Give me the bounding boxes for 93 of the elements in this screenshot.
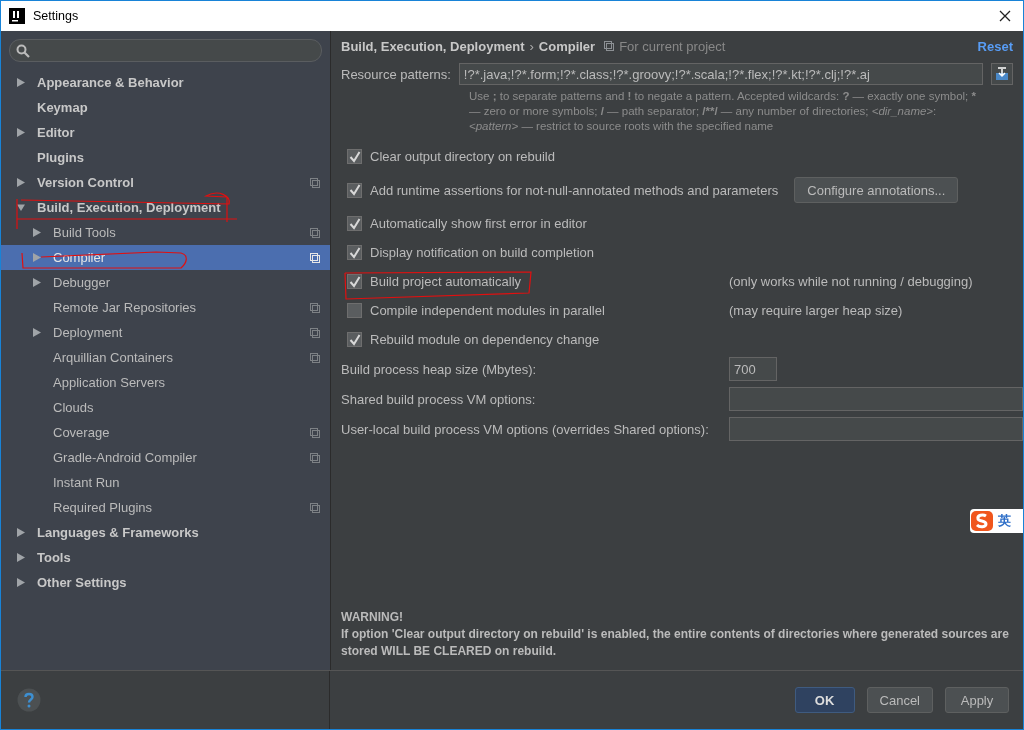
warning-text: If option 'Clear output directory on rebuild' is enabled, the entire contents of directories where generated sources are stored WILL BE CLEARED on rebuild. xyxy=(341,626,1010,660)
checkbox[interactable] xyxy=(347,216,362,231)
close-icon[interactable] xyxy=(999,10,1011,22)
hint-text: Use ; to separate patterns and ! to negate a pattern. Accepted wildcards: ? — exactly one symbol; * — zero or more symbols; / — path separator; /**/ — any number of directories; <dir_name>: <pattern> — restrict to source roots with the specified name xyxy=(469,89,977,134)
expand-arrow-icon xyxy=(33,328,41,337)
project-scope-icon xyxy=(310,352,320,363)
project-scope-icon xyxy=(604,41,615,51)
check-mark-icon xyxy=(348,184,361,196)
project-scope-icon xyxy=(310,302,320,313)
input-field[interactable] xyxy=(729,417,1023,441)
app-icon xyxy=(9,8,25,24)
tree-item[interactable]: Appearance & Behavior xyxy=(1,70,330,95)
field-label: Shared build process VM options: xyxy=(341,391,537,407)
tree-item[interactable]: Required Plugins xyxy=(1,495,330,520)
checkbox[interactable] xyxy=(347,182,362,198)
project-scope-icon xyxy=(310,252,320,263)
tree-item[interactable]: Build, Execution, Deployment xyxy=(1,195,330,220)
expand-arrow-icon xyxy=(17,178,25,187)
tree-item[interactable]: Version Control xyxy=(1,170,330,195)
dialog-button[interactable]: OK xyxy=(794,687,855,713)
expand-arrow-icon xyxy=(33,228,41,237)
tree-item[interactable]: Gradle-Android Compiler xyxy=(1,445,330,470)
project-scope-icon xyxy=(310,177,320,188)
option-label[interactable]: Clear output directory on rebuild xyxy=(370,149,555,164)
check-mark-icon xyxy=(348,333,361,346)
expand-arrow-icon xyxy=(17,203,25,212)
input-field[interactable] xyxy=(729,387,1023,411)
breadcrumb-current: Compiler xyxy=(538,38,596,54)
checkbox[interactable] xyxy=(347,303,362,318)
dialog-button[interactable]: Apply xyxy=(945,687,1009,713)
field-label: Build process heap size (Mbytes): xyxy=(341,361,538,377)
option-note: (may require larger heap size) xyxy=(729,303,903,318)
help-icon[interactable] xyxy=(17,688,41,712)
scope-label: For current project xyxy=(619,38,727,54)
tree-item[interactable]: Clouds xyxy=(1,395,330,420)
expand-arrow-icon xyxy=(17,78,25,87)
check-mark-icon xyxy=(348,275,361,288)
option-label[interactable]: Automatically show first error in editor xyxy=(370,216,587,231)
project-scope-icon xyxy=(310,452,320,463)
tree-item[interactable]: Instant Run xyxy=(1,470,330,495)
ime-logo-icon xyxy=(970,510,994,532)
expand-arrow-icon xyxy=(17,578,25,587)
field-label: User-local build process VM options (overrides Shared options): xyxy=(341,421,710,437)
field-label: Resource patterns: xyxy=(341,66,451,82)
expand-field-button[interactable] xyxy=(991,63,1013,85)
check-mark-icon xyxy=(348,246,361,259)
search-field[interactable] xyxy=(9,39,322,62)
tree-item[interactable]: Other Settings xyxy=(1,570,330,595)
option-note: (only works while not running / debugging) xyxy=(729,274,973,289)
expand-arrow-icon xyxy=(17,553,25,562)
resource-patterns-field[interactable]: !?*.java;!?*.form;!?*.class;!?*.groovy;!?*.scala;!?*.flex;!?*.kt;!?*.clj;!?*.aj xyxy=(458,63,983,85)
breadcrumb-separator: › xyxy=(529,38,534,54)
expand-arrow-icon xyxy=(17,128,25,137)
checkbox[interactable] xyxy=(347,274,362,289)
dialog-button[interactable]: Cancel xyxy=(866,687,933,713)
project-scope-icon xyxy=(310,227,320,238)
window-title: Settings xyxy=(33,9,80,23)
tree-item[interactable]: Debugger xyxy=(1,270,330,295)
tree-item[interactable]: Keymap xyxy=(1,95,330,120)
option-label[interactable]: Add runtime assertions for not-null-annotated methods and parameters xyxy=(370,182,779,198)
option-label[interactable]: Compile independent modules in parallel xyxy=(370,303,605,318)
option-label[interactable]: Display notification on build completion xyxy=(370,245,594,260)
option-label[interactable]: Rebuild module on dependency change xyxy=(370,332,600,347)
tree-item[interactable]: Editor xyxy=(1,120,330,145)
tree-item[interactable]: Plugins xyxy=(1,145,330,170)
check-mark-icon xyxy=(348,217,361,230)
option-label[interactable]: Build project automatically xyxy=(370,274,522,289)
checkbox[interactable] xyxy=(347,332,362,347)
expand-arrow-icon xyxy=(17,528,25,537)
download-icon xyxy=(995,67,1009,81)
tree-item[interactable]: Application Servers xyxy=(1,370,330,395)
ime-widget: 英 xyxy=(970,509,1023,533)
tree-item[interactable]: Build Tools xyxy=(1,220,330,245)
tree-item[interactable]: Deployment xyxy=(1,320,330,345)
tree-item[interactable]: Tools xyxy=(1,545,330,570)
project-scope-icon xyxy=(310,327,320,338)
configure-annotations-button[interactable]: Configure annotations... xyxy=(794,177,959,203)
expand-arrow-icon xyxy=(33,253,41,262)
check-mark-icon xyxy=(348,150,361,163)
reset-link[interactable]: Reset xyxy=(977,38,1013,54)
checkbox[interactable] xyxy=(347,245,362,260)
tree-item[interactable]: Remote Jar Repositories xyxy=(1,295,330,320)
project-scope-icon xyxy=(310,502,320,513)
warning-title: WARNING! xyxy=(341,609,404,626)
search-icon xyxy=(16,43,30,58)
breadcrumb-parent: Build, Execution, Deployment xyxy=(341,38,525,54)
input-field[interactable]: 700 xyxy=(729,357,777,381)
checkbox[interactable] xyxy=(347,149,362,164)
project-scope-icon xyxy=(310,427,320,438)
tree-item[interactable]: Languages & Frameworks xyxy=(1,520,330,545)
tree-item[interactable]: Coverage xyxy=(1,420,330,445)
expand-arrow-icon xyxy=(33,278,41,287)
tree-item[interactable]: Arquillian Containers xyxy=(1,345,330,370)
